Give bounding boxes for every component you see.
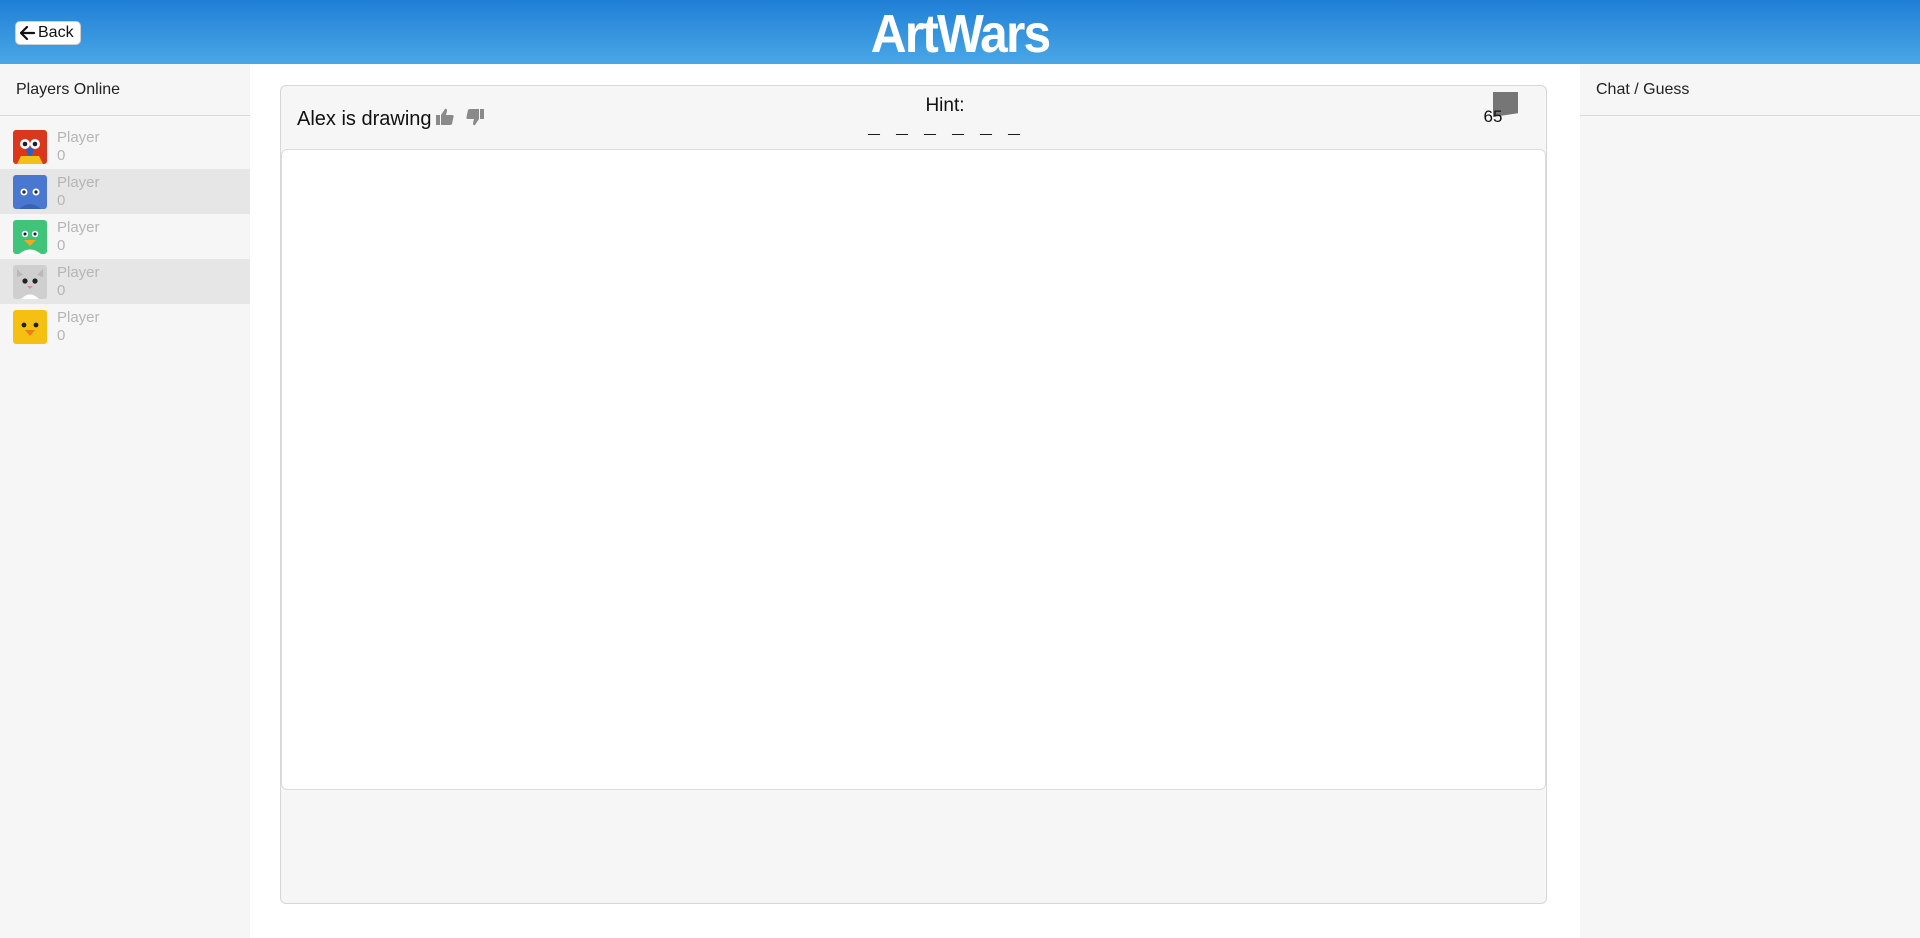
drawing-toolbar-area [281,790,1546,903]
chat-panel: Chat / Guess [1580,64,1920,938]
parrot-avatar-icon [13,129,47,164]
timer-value: 65 [1483,107,1503,126]
player-item[interactable]: Player 0 [0,169,250,214]
player-item[interactable]: Player 0 [0,124,250,169]
player-name: Player [57,173,100,191]
player-score: 0 [57,326,66,344]
drawing-canvas[interactable] [281,149,1546,790]
player-name: Player [57,128,100,146]
back-label: Back [38,24,74,41]
player-list: Player 0 Player 0 Player 0 Player 0 Play… [0,124,250,349]
game-header: Alex is drawing Hint: _ _ _ _ _ _ 65 [281,63,1546,149]
like-button[interactable] [432,104,458,130]
player-score: 0 [57,236,66,254]
vote-buttons [432,104,488,130]
player-name: Player [57,308,100,326]
blue-monster-avatar-icon [13,174,47,209]
game-board: Alex is drawing Hint: _ _ _ _ _ _ 65 [280,63,1547,904]
player-name: Player [57,263,100,281]
drawer-status: Alex is drawing [297,108,432,130]
player-item[interactable]: Player 0 [0,214,250,259]
green-bird-avatar-icon [13,219,47,254]
hint-word: _ _ _ _ _ _ [867,117,1023,140]
player-score: 0 [57,281,66,299]
gray-cat-avatar-icon [13,264,47,299]
player-score: 0 [57,191,66,209]
player-score: 0 [57,146,66,164]
arrow-left-icon [20,26,35,40]
players-panel-title: Players Online [0,64,250,116]
hint-label: Hint: [925,95,965,116]
yellow-chick-avatar-icon [13,309,47,344]
top-bar: Back ArtWars [0,0,1920,64]
round-timer: 65 [1468,63,1543,142]
thumbs-down-icon [466,109,484,126]
thumbs-up-icon [436,108,454,125]
player-name: Player [57,218,100,236]
player-item[interactable]: Player 0 [0,304,250,349]
players-panel: Players Online Player 0 Player 0 Player … [0,64,250,938]
chat-panel-title: Chat / Guess [1580,64,1920,116]
dislike-button[interactable] [462,104,488,130]
player-item[interactable]: Player 0 [0,259,250,304]
back-button[interactable]: Back [15,21,81,45]
app-logo: ArtWars [870,4,1051,64]
